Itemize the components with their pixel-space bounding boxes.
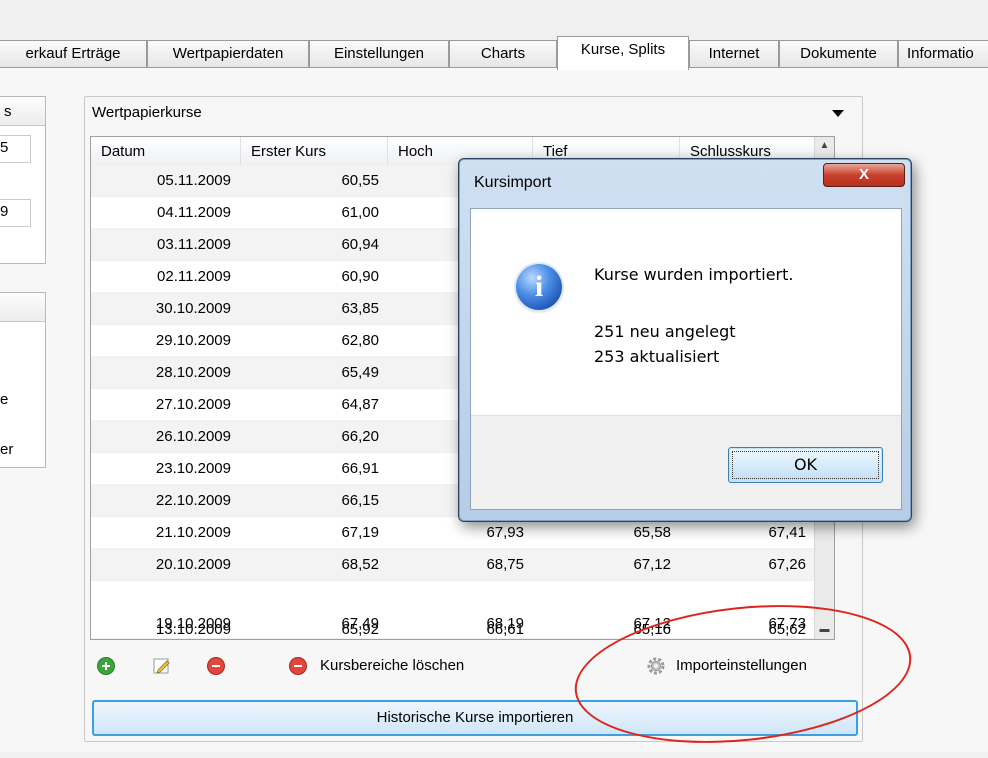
minus-icon: [290, 658, 306, 674]
left-field-2-value: 9: [0, 203, 9, 220]
left-info-box: s 5 9: [0, 96, 46, 264]
edit-row-button[interactable]: [152, 656, 172, 676]
cell-erster: 65,49: [341, 364, 379, 381]
dialog-title: Kursimport: [474, 174, 552, 191]
info-icon: i: [516, 264, 562, 310]
cell-erster: 68,52: [341, 556, 379, 573]
tab-dokumente[interactable]: Dokumente: [779, 40, 898, 67]
column-header-datum[interactable]: Datum: [91, 137, 241, 165]
dialog-message-line-1: Kurse wurden importiert.: [594, 265, 794, 284]
cell-erster: 66,15: [341, 492, 379, 509]
cell-erster: 67,19: [341, 524, 379, 541]
left-options-box: e er: [0, 292, 46, 468]
column-header-erster-kurs[interactable]: Erster Kurs: [241, 137, 388, 165]
left-field-2[interactable]: 9: [0, 199, 31, 227]
delete-ranges-icon-wrap[interactable]: [288, 656, 308, 676]
cell-datum: 04.11.2009: [157, 204, 231, 221]
left-option-fragment-2: er: [0, 441, 14, 458]
ok-button[interactable]: OK: [728, 447, 883, 483]
focus-rect: [732, 451, 879, 479]
cell-datum: 05.11.2009: [157, 172, 231, 189]
cell-datum: 26.10.2009: [155, 428, 231, 445]
tab-bar: erkauf Erträge Wertpapierdaten Einstellu…: [0, 36, 988, 70]
cell-erster: 61,00: [341, 204, 379, 221]
cell-datum: 30.10.2009: [155, 300, 231, 317]
dialog-message-line-3: 253 aktualisiert: [594, 347, 720, 366]
dialog-message-line-2: 251 neu angelegt: [594, 322, 736, 341]
cell-datum: 03.11.2009: [157, 236, 231, 253]
cell-datum: 29.10.2009: [155, 332, 231, 349]
left-field-1[interactable]: 5: [0, 135, 31, 163]
close-icon: X: [858, 166, 869, 183]
tab-einstellungen[interactable]: Einstellungen: [309, 40, 449, 67]
cell-hoch-b: 66,61: [486, 621, 524, 638]
cell-erster: 60,55: [341, 172, 379, 189]
cell-datum: 27.10.2009: [155, 396, 231, 413]
cell-datum: 28.10.2009: [155, 364, 231, 381]
tab-internet[interactable]: Internet: [689, 40, 779, 67]
cell-schluss: 67,26: [768, 556, 806, 573]
remove-row-button[interactable]: [206, 656, 226, 676]
tab-charts[interactable]: Charts: [449, 40, 557, 67]
cell-erster: 62,80: [341, 332, 379, 349]
cell-datum: 21.10.2009: [155, 524, 231, 541]
left-option-fragment-1: e: [0, 391, 9, 408]
cell-datum-b: 13.10.2009: [155, 621, 231, 638]
cell-datum: 23.10.2009: [155, 460, 231, 477]
tab-wertpapierdaten[interactable]: Wertpapierdaten: [147, 40, 309, 67]
delete-ranges-button[interactable]: Kursbereiche löschen: [320, 657, 464, 674]
cell-erster: 63,85: [341, 300, 379, 317]
cell-erster: 60,90: [341, 268, 379, 285]
cell-erster: 60,94: [341, 236, 379, 253]
left-header-fragment: s: [4, 103, 12, 120]
tab-informationen[interactable]: Informatio: [898, 40, 988, 67]
pencil-icon: [153, 658, 170, 674]
table-row[interactable]: 20.10.2009 68,52 68,75 67,12 67,26: [91, 549, 830, 581]
dialog-close-button[interactable]: X: [823, 163, 905, 187]
cell-datum: 22.10.2009: [155, 492, 231, 509]
chevron-down-icon[interactable]: [832, 110, 844, 117]
scroll-up-icon[interactable]: ▲: [815, 137, 834, 155]
cell-erster: 66,91: [341, 460, 379, 477]
cell-hoch: 68,75: [486, 556, 524, 573]
left-options-box-header: [0, 293, 45, 322]
plus-icon: [98, 658, 114, 674]
tab-kurse-splits[interactable]: Kurse, Splits: [557, 36, 689, 70]
tab-verkauf-ertraege[interactable]: erkauf Erträge: [0, 40, 147, 67]
cell-tief: 67,12: [633, 556, 671, 573]
group-title: Wertpapierkurse: [92, 104, 202, 121]
cell-erster: 64,87: [341, 396, 379, 413]
minus-icon: [208, 658, 224, 674]
add-row-button[interactable]: [96, 656, 116, 676]
cell-datum: 02.11.2009: [157, 268, 231, 285]
cell-erster: 66,20: [341, 428, 379, 445]
left-field-1-value: 5: [0, 139, 9, 156]
cell-erster-b: 65,92: [341, 621, 379, 638]
cell-datum: 20.10.2009: [155, 556, 231, 573]
